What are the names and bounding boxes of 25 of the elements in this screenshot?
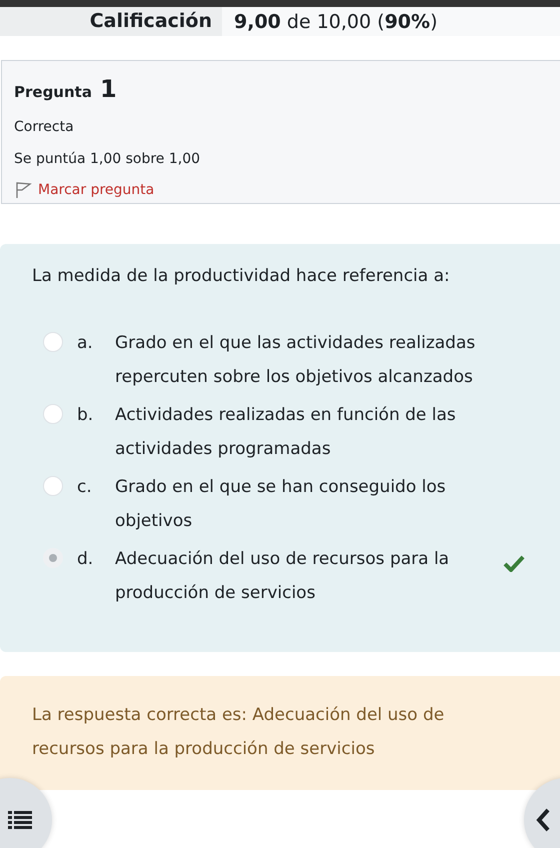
- option-text: Grado en el que se han conseguido los objetivos: [115, 476, 447, 533]
- radio-button[interactable]: [43, 548, 63, 568]
- flag-question-link[interactable]: Marcar pregunta: [38, 182, 154, 198]
- question-text: La medida de la productividad hace referencia a:: [32, 266, 451, 286]
- option-letter: a.: [77, 332, 94, 355]
- list-icon: [8, 810, 32, 830]
- option-text: Actividades realizadas en función de las actividades programadas: [115, 404, 457, 461]
- grade-label: Calificación: [0, 7, 222, 36]
- radio-button[interactable]: [43, 476, 63, 496]
- grade-value: 9,00 de 10,00 (90%): [233, 10, 438, 32]
- feedback-text: La respuesta correcta es: Adecuación del uso de recursos para la producción de servicios: [32, 704, 446, 761]
- option-text: Grado en el que las actividades realizadas repercuten sobre los objetivos alcanzados: [115, 332, 476, 389]
- question-state: Correcta: [14, 119, 75, 135]
- question-number: 1: [100, 75, 117, 103]
- question-title: Pregunta: [14, 83, 92, 101]
- radio-button[interactable]: [43, 404, 63, 424]
- checkmark-icon: [503, 555, 525, 572]
- question-score: Se puntúa 1,00 sobre 1,00: [14, 151, 202, 167]
- option-letter: d.: [77, 548, 94, 571]
- flag-icon: [14, 181, 32, 199]
- option-text: Adecuación del uso de recursos para la producción de servicios: [115, 548, 450, 605]
- chevron-left-icon: [536, 808, 550, 832]
- option-letter: b.: [77, 404, 94, 427]
- radio-button[interactable]: [43, 332, 63, 352]
- option-letter: c.: [77, 476, 93, 499]
